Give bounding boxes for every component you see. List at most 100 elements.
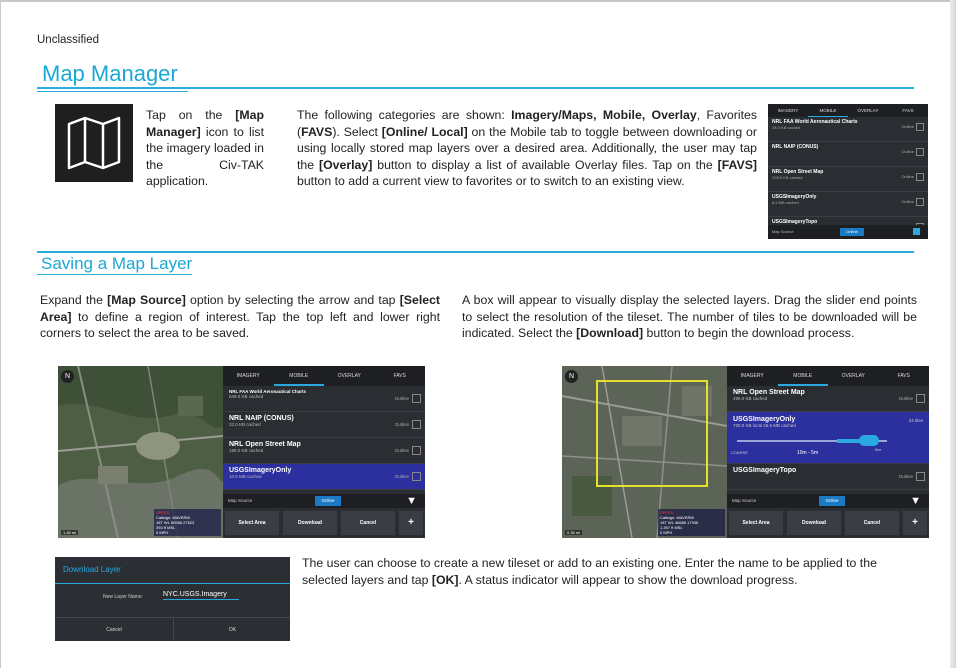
layer-name: USGSImageryOnly	[733, 416, 796, 423]
map-source-label: Map Source	[772, 229, 794, 234]
self-marker-info: SPEED Callsign: MAVERIK 18T WL 80968 276…	[154, 509, 221, 536]
layer-size: 720.0 KB local 26.5 MB cached	[733, 423, 796, 428]
layer-row[interactable]: USGSImageryTopo Outline	[727, 464, 929, 490]
layer-name: NRL Open Street Map	[229, 441, 301, 448]
add-button[interactable]: +	[399, 511, 423, 535]
download-layer-dialog: Download Layer New Layer Name: NYC.USGS.…	[55, 557, 290, 641]
satellite-map[interactable]: N 0.35 mi SPEED Callsign: MAVERIK 18T WL…	[562, 366, 727, 538]
download-tiles-screenshot: N 0.35 mi SPEED Callsign: MAVERIK 18T WL…	[562, 366, 929, 538]
online-toggle[interactable]: Online	[315, 496, 341, 506]
tab-imagery[interactable]: IMAGERY	[727, 366, 778, 386]
expand-arrow-icon[interactable]: ▼	[910, 494, 921, 508]
fine-label: fine	[875, 447, 882, 452]
outline-checkbox[interactable]	[916, 472, 925, 481]
panel-tabs: IMAGERY MOBILE OVERLAY FAVS	[223, 366, 425, 386]
layer-row[interactable]: NRL FAA World Aeronautical Charts 28.0 KB…	[768, 117, 928, 142]
heading-underline	[37, 91, 188, 92]
outline-checkbox[interactable]	[412, 394, 421, 403]
select-area-button[interactable]: Select Area	[729, 511, 783, 535]
dialog-title-rule	[55, 583, 290, 584]
tab-mobile[interactable]: MOBILE	[273, 366, 324, 386]
download-description: A box will appear to visually display th…	[462, 293, 917, 340]
outline-checkbox[interactable]	[916, 394, 925, 403]
map-source-bar: Map Source Online ▼	[223, 494, 425, 508]
outline-label: Outline	[394, 448, 409, 453]
layer-row[interactable]: NRL FAA World Aeronautical Charts 649.0 K…	[223, 386, 425, 412]
outline-checkbox[interactable]	[916, 123, 924, 131]
categories-description: The following categories are shown: Imag…	[297, 108, 758, 188]
dialog-ok-button[interactable]: OK	[173, 617, 290, 641]
outline-label: Outline	[394, 422, 409, 427]
map-manager-icon-description: Tap on the [Map Manager] icon to list th…	[146, 108, 264, 188]
outline-label: Outline	[901, 174, 914, 179]
tab-favs[interactable]: FAVS	[375, 366, 426, 386]
layer-size: 10.6 MB cached	[229, 474, 262, 479]
map-layer-list: IMAGERY MOBILE OVERLAY FAVS NRL Open Str…	[727, 366, 929, 538]
self-marker-info: SPEED Callsign: MAVERIK 18T WL 46685 179…	[658, 509, 725, 536]
cancel-button[interactable]: Cancel	[341, 511, 395, 535]
resolution-slider-handle[interactable]	[859, 435, 879, 446]
resolution-range: 10m - 5m	[797, 450, 819, 456]
dialog-cancel-button[interactable]: Cancel	[55, 617, 173, 641]
outline-checkbox[interactable]	[412, 446, 421, 455]
download-button[interactable]: Download	[787, 511, 841, 535]
coarse-label: COARSE	[731, 450, 748, 455]
map-scale: 1.45 mi	[61, 530, 79, 535]
resolution-slider-row: USGSImageryOnly 720.0 KB local 26.5 MB c…	[727, 412, 929, 464]
online-toggle[interactable]: Online	[819, 496, 845, 506]
tab-favs[interactable]: FAVS	[888, 104, 928, 117]
layer-row[interactable]: NRL NAIP (CONUS) Outline	[768, 142, 928, 167]
action-buttons: Select Area Download Cancel +	[223, 508, 425, 538]
layer-row[interactable]: NRL Open Street Map 228.0 KB cached Outlin…	[768, 167, 928, 192]
tab-overlay[interactable]: OVERLAY	[828, 366, 879, 386]
favorites-square-icon[interactable]	[913, 228, 920, 235]
layer-name-input[interactable]: NYC.USGS.Imagery	[163, 591, 239, 600]
tab-overlay[interactable]: OVERLAY	[324, 366, 375, 386]
online-toggle[interactable]: Online	[840, 228, 864, 236]
cancel-button[interactable]: Cancel	[845, 511, 899, 535]
compass-icon[interactable]: N	[565, 370, 578, 383]
compass-icon[interactable]: N	[61, 370, 74, 383]
outline-label: Outline	[901, 199, 914, 204]
selected-area-box[interactable]	[596, 380, 708, 487]
outline-checkbox[interactable]	[916, 198, 924, 206]
map-source-label: Map Source	[228, 498, 253, 503]
map-layer-list: IMAGERY MOBILE OVERLAY FAVS NRL FAA Worl…	[223, 366, 425, 538]
select-area-button[interactable]: Select Area	[225, 511, 279, 535]
outline-label: Outline	[394, 474, 409, 479]
tab-overlay[interactable]: OVERLAY	[848, 104, 888, 117]
page-border-left	[0, 0, 1, 668]
map-manager-panel-screenshot: IMAGERY MOBILE OVERLAY FAVS NRL FAA Worl…	[768, 104, 928, 239]
tab-mobile[interactable]: MOBILE	[808, 104, 848, 117]
outline-label: Outline	[394, 396, 409, 401]
outline-label: Outline	[901, 124, 914, 129]
outline-checkbox[interactable]	[412, 420, 421, 429]
tab-mobile[interactable]: MOBILE	[777, 366, 828, 386]
tile-count: 24 tiles	[908, 418, 923, 423]
satellite-map[interactable]: N 1.45 mi SPEED Callsign: MAVERIK 18T WL…	[58, 366, 223, 538]
layer-row-selected[interactable]: USGSImageryOnly 10.6 MB cached Outline	[223, 464, 425, 490]
layer-row[interactable]: NRL Open Street Map 196.0 KB cached Outlin…	[223, 438, 425, 464]
layer-row[interactable]: USGSImageryOnly 6.6 MB cached Outline	[768, 192, 928, 217]
download-button[interactable]: Download	[283, 511, 337, 535]
tab-favs[interactable]: FAVS	[879, 366, 930, 386]
page-shadow-right	[950, 0, 956, 668]
tab-imagery[interactable]: IMAGERY	[223, 366, 274, 386]
tab-imagery[interactable]: IMAGERY	[768, 104, 808, 117]
outline-label: Outline	[898, 396, 913, 401]
outline-checkbox[interactable]	[412, 472, 421, 481]
layer-size: 496.0 KB cached	[733, 396, 768, 401]
map-scale: 0.35 mi	[565, 530, 583, 535]
section-heading-saving-map-layer: Saving a Map Layer	[41, 254, 193, 273]
outline-checkbox[interactable]	[916, 148, 924, 156]
document-page: Unclassified Map Manager Tap on the [Map…	[0, 0, 956, 668]
outline-checkbox[interactable]	[916, 173, 924, 181]
layer-row[interactable]: NRL NAIP (CONUS) 32.0 KB cached Outline	[223, 412, 425, 438]
page-border-top	[0, 0, 956, 2]
heading-rule	[37, 87, 914, 89]
action-buttons: Select Area Download Cancel +	[727, 508, 929, 538]
layer-name: USGSImageryTopo	[733, 467, 797, 474]
layer-row[interactable]: NRL Open Street Map 496.0 KB cached Outlin…	[727, 386, 929, 412]
expand-arrow-icon[interactable]: ▼	[406, 494, 417, 508]
add-button[interactable]: +	[903, 511, 927, 535]
